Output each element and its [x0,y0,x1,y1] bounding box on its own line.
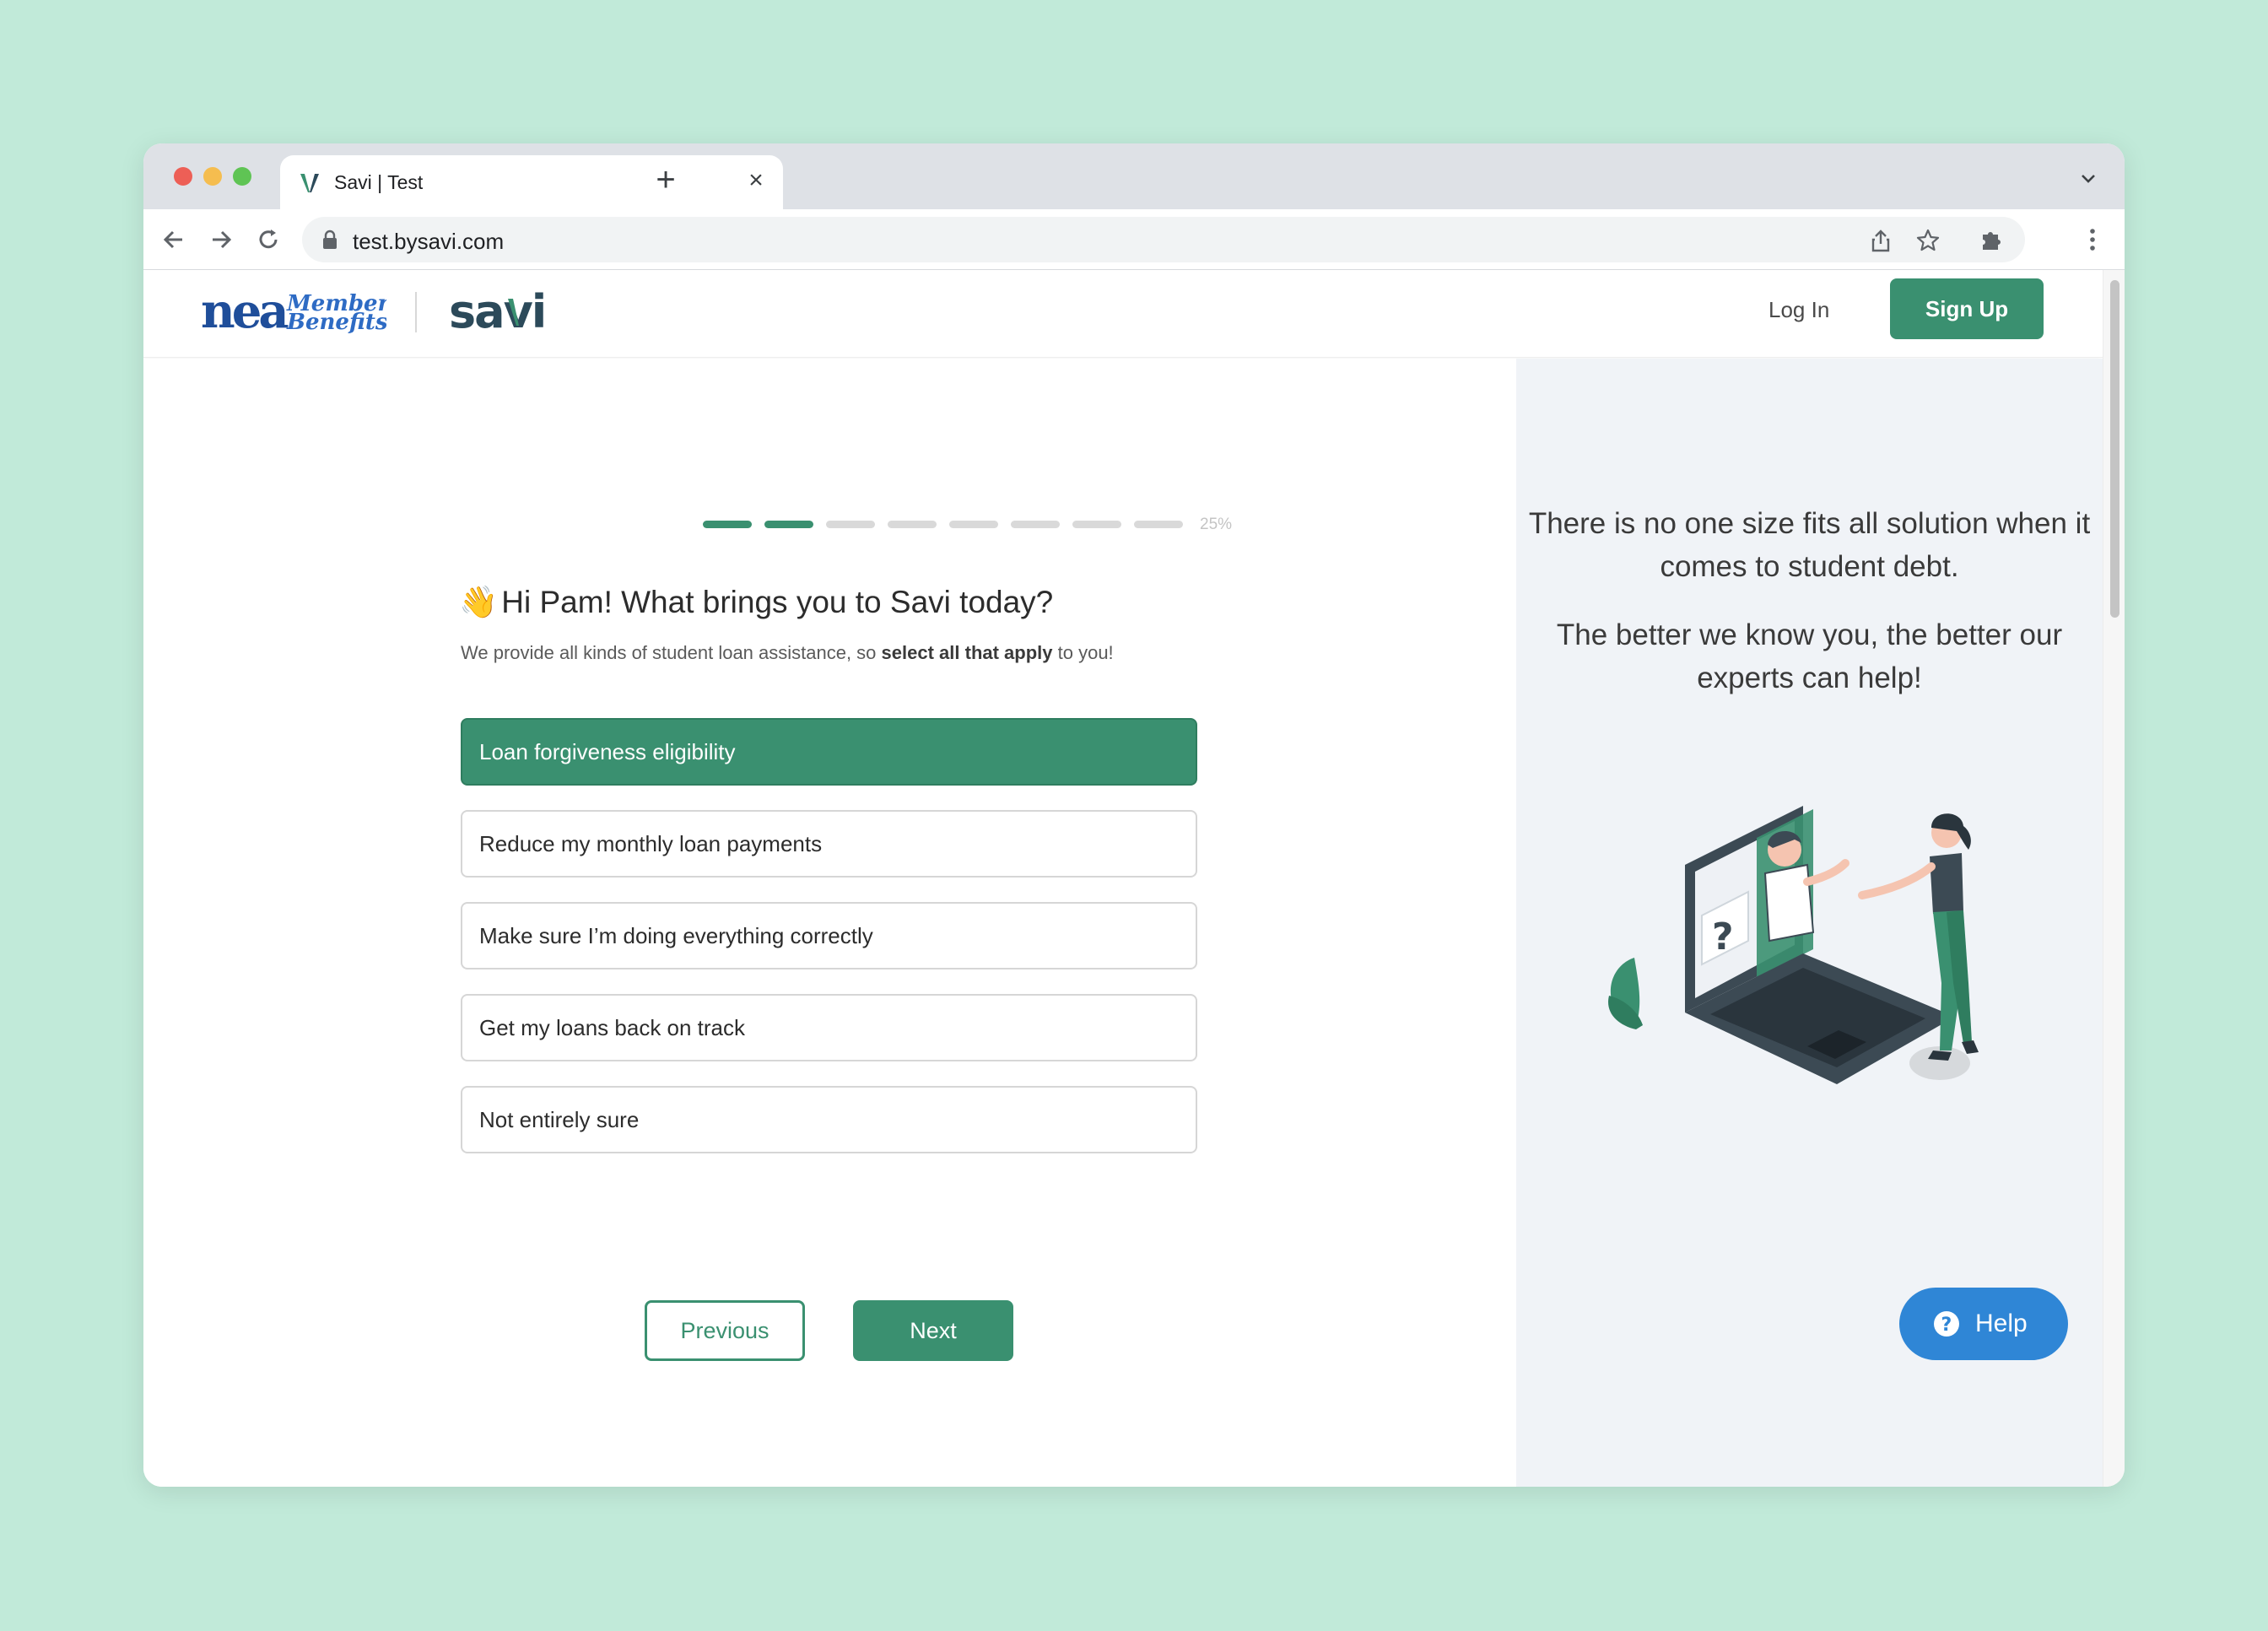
logo-divider [415,292,417,332]
scrollbar-thumb[interactable] [2110,280,2120,618]
address-bar[interactable]: test.bysavi.com [302,217,2025,262]
nea-member-benefits-logo[interactable]: nea Member Benefits [201,282,392,341]
svg-text:?: ? [1941,1315,1952,1336]
question-circle-icon: ? [1934,1311,1959,1337]
progress-segment [1134,521,1183,528]
forward-arrow-icon[interactable] [206,224,236,255]
option-back-on-track[interactable]: Get my loans back on track [461,994,1197,1061]
extensions-puzzle-icon[interactable] [1976,224,2006,255]
next-button[interactable]: Next [853,1300,1013,1361]
svg-text:Benefits: Benefits [286,310,386,335]
new-tab-icon[interactable]: + [645,159,687,201]
progress-segment [764,521,813,528]
browser-tab[interactable]: Savi | Test × [280,155,783,209]
browser-toolbar: test.bysavi.com [143,209,2125,270]
waving-hand-icon: 👋 [459,585,499,619]
option-loan-forgiveness[interactable]: Loan forgiveness eligibility [461,718,1197,786]
progress-segment [949,521,998,528]
help-label: Help [1975,1310,2028,1337]
more-menu-icon[interactable] [2077,224,2108,255]
reload-icon[interactable] [253,224,284,255]
option-not-sure[interactable]: Not entirely sure [461,1086,1197,1153]
lock-icon [323,230,337,249]
page-scrollbar[interactable] [2103,270,2125,1487]
questionnaire-panel: 25% 👋 Hi Pam! What brings you to Savi to… [143,359,1516,1487]
savi-logo[interactable]: savi [449,282,567,341]
question-title: 👋 Hi Pam! What brings you to Savi today? [459,585,1053,621]
bookmark-star-icon[interactable] [1915,228,1941,253]
subtitle-text: We provide all kinds of student loan ass… [461,642,882,663]
close-tab-icon[interactable]: × [741,165,771,196]
previous-button[interactable]: Previous [645,1300,805,1361]
progress-segment [1072,521,1121,528]
log-in-link[interactable]: Log In [1768,297,1829,323]
maximize-window-button[interactable] [233,167,251,186]
browser-window: Savi | Test × + test.bysavi.com nea Memb… [143,143,2125,1487]
web-page: nea Member Benefits savi Log In Sign Up [143,270,2103,1487]
info-text-2: The better we know you, the better our e… [1556,618,2063,694]
help-button[interactable]: ? Help [1899,1288,2068,1360]
subtitle-emphasis: select all that apply [881,642,1053,663]
close-window-button[interactable] [174,167,192,186]
option-doing-correctly[interactable]: Make sure I’m doing everything correctly [461,902,1197,969]
info-text-1: There is no one size fits all solution w… [1528,507,2091,583]
svg-text:nea: nea [201,284,288,339]
subtitle-text-end: to you! [1052,642,1114,663]
tab-title: Savi | Test [334,171,424,193]
tab-strip: Savi | Test × + [143,143,2125,209]
site-header: nea Member Benefits savi Log In Sign Up [143,270,2103,358]
progress-percent: 25% [1200,516,1233,533]
progress-segment [1011,521,1060,528]
question-text: Hi Pam! What brings you to Savi today? [501,585,1054,619]
chevron-down-icon[interactable] [2076,165,2101,191]
progress-segment [826,521,875,528]
option-reduce-payments[interactable]: Reduce my monthly loan payments [461,810,1197,878]
svg-text:savi: savi [449,285,545,338]
share-icon[interactable] [1868,228,1893,253]
progress-segment [703,521,752,528]
advisor-laptop-illustration: ? [1608,806,1979,1084]
svg-text:?: ? [1712,915,1734,959]
back-arrow-icon[interactable] [159,224,189,255]
question-subtitle: We provide all kinds of student loan ass… [461,642,1114,664]
url-text: test.bysavi.com [353,229,505,254]
minimize-window-button[interactable] [203,167,222,186]
progress-segment [888,521,937,528]
sign-up-button[interactable]: Sign Up [1890,278,2044,339]
savi-favicon-icon [300,174,319,192]
